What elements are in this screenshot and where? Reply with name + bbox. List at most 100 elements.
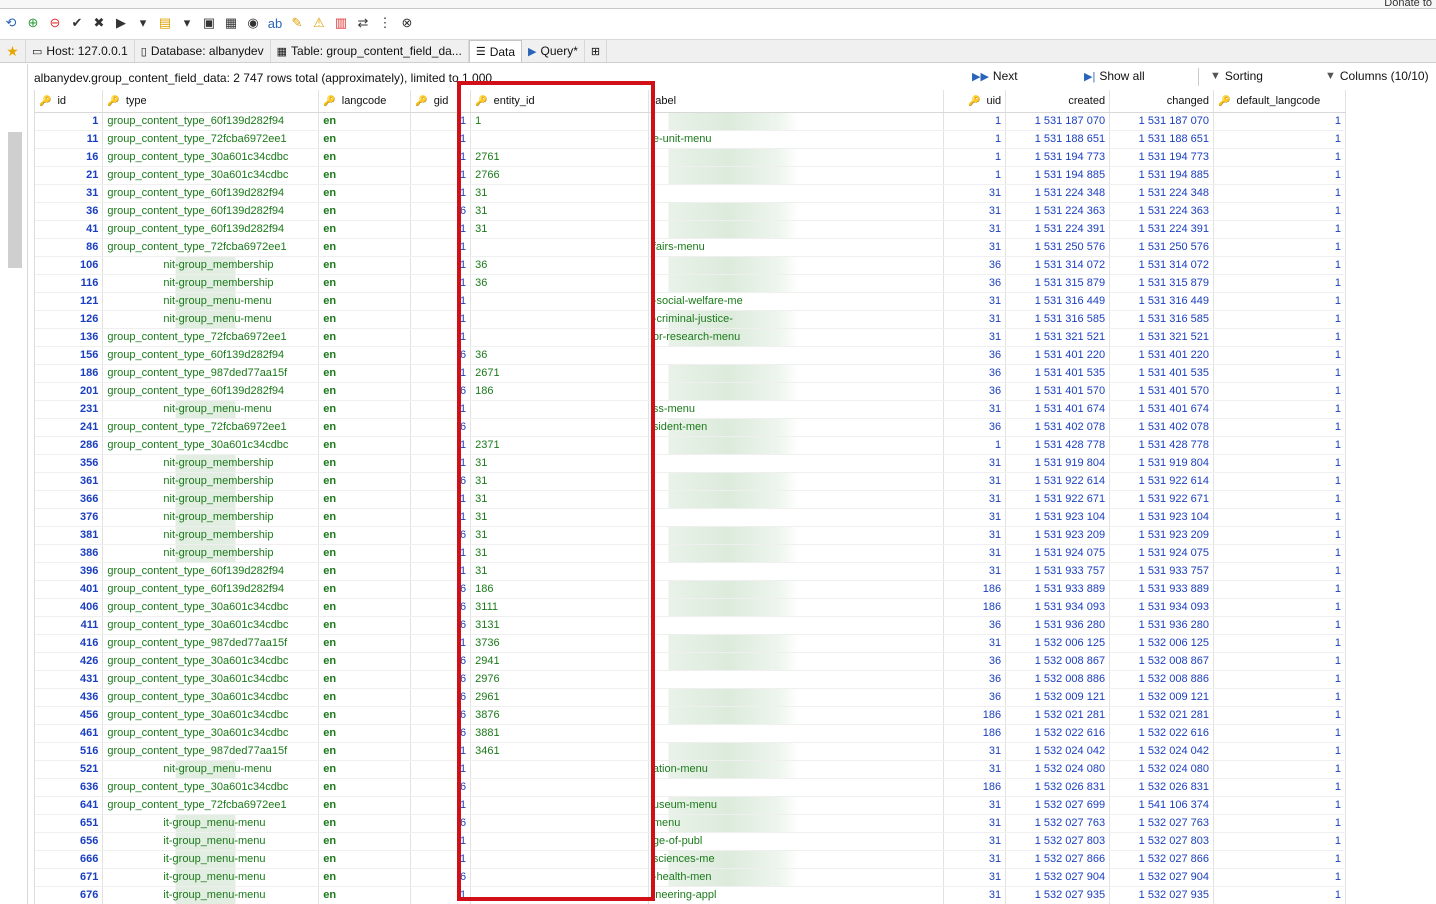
cell-langcode[interactable]: en: [318, 346, 412, 365]
cell-entity-id[interactable]: [470, 814, 649, 833]
cell-label[interactable]: [648, 490, 945, 509]
cell-uid[interactable]: 31: [943, 868, 1007, 887]
cell-id[interactable]: 666: [35, 850, 104, 869]
cell-entity-id[interactable]: [470, 796, 649, 815]
cell-created[interactable]: 1 531 187 070: [1005, 112, 1111, 131]
cell-default-langcode[interactable]: 1: [1213, 382, 1346, 401]
cell-entity-id[interactable]: [470, 400, 649, 419]
cell-type[interactable]: group_content_type_30a601c34cdbc: [102, 688, 320, 707]
cell-default-langcode[interactable]: 1: [1213, 220, 1346, 239]
dropdown-icon[interactable]: ▾: [132, 13, 154, 33]
cell-changed[interactable]: 1 532 006 125: [1109, 634, 1214, 653]
cell-gid[interactable]: 1: [410, 400, 472, 419]
cell-changed[interactable]: 1 531 250 576: [1109, 238, 1214, 257]
cell-entity-id[interactable]: 36: [470, 256, 649, 275]
cell-type[interactable]: nit-group_membership: [102, 454, 320, 473]
cell-uid[interactable]: 186: [943, 778, 1007, 797]
cell-id[interactable]: 671: [35, 868, 104, 887]
cell-gid[interactable]: 6: [410, 346, 472, 365]
cell-type[interactable]: group_content_type_60f139d282f94: [102, 220, 320, 239]
cell-entity-id[interactable]: 2671: [470, 364, 649, 383]
cell-id[interactable]: 356: [35, 454, 104, 473]
cell-default-langcode[interactable]: 1: [1213, 832, 1346, 851]
cell-uid[interactable]: 36: [943, 418, 1007, 437]
cell-langcode[interactable]: en: [318, 544, 412, 563]
table-row[interactable]: 636 group_content_type_30a601c34cdbc en 6 18…: [35, 778, 1346, 797]
cell-default-langcode[interactable]: 1: [1213, 166, 1346, 185]
cell-type[interactable]: group_content_type_30a601c34cdbc: [102, 778, 320, 797]
cell-changed[interactable]: 1 531 923 209: [1109, 526, 1214, 545]
cell-changed[interactable]: 1 531 401 220: [1109, 346, 1214, 365]
cell-uid[interactable]: 31: [943, 454, 1007, 473]
table-row[interactable]: 16 group_content_type_30a601c34cdbc en 1 276…: [35, 148, 1346, 167]
cell-type[interactable]: nit-group_menu-menu: [102, 310, 320, 329]
favorites-star-icon[interactable]: ★: [0, 40, 26, 62]
cell-type[interactable]: group_content_type_30a601c34cdbc: [102, 724, 320, 743]
cell-langcode[interactable]: en: [318, 202, 412, 221]
cell-gid[interactable]: 1: [410, 796, 472, 815]
cell-changed[interactable]: 1 531 224 391: [1109, 220, 1214, 239]
cell-label[interactable]: [648, 346, 945, 365]
cell-type[interactable]: group_content_type_30a601c34cdbc: [102, 436, 320, 455]
cell-changed[interactable]: 1 531 187 070: [1109, 112, 1214, 131]
cell-default-langcode[interactable]: 1: [1213, 508, 1346, 527]
column-header-langcode[interactable]: 🔑 langcode: [318, 90, 412, 113]
cell-default-langcode[interactable]: 1: [1213, 292, 1346, 311]
cell-changed[interactable]: 1 532 027 866: [1109, 850, 1214, 869]
cell-default-langcode[interactable]: 1: [1213, 796, 1346, 815]
cell-default-langcode[interactable]: 1: [1213, 616, 1346, 635]
cell-default-langcode[interactable]: 1: [1213, 814, 1346, 833]
cell-gid[interactable]: 1: [410, 508, 472, 527]
cell-entity-id[interactable]: 3131: [470, 616, 649, 635]
cell-id[interactable]: 676: [35, 886, 104, 904]
donate-link[interactable]: Donate to: [1384, 0, 1432, 9]
cell-type[interactable]: group_content_type_72fcba6972ee1: [102, 130, 320, 149]
cell-id[interactable]: 86: [35, 238, 104, 257]
table-row[interactable]: 201 group_content_type_60f139d282f94 en 6 18…: [35, 382, 1346, 401]
cell-default-langcode[interactable]: 1: [1213, 886, 1346, 904]
cell-created[interactable]: 1 531 321 521: [1005, 328, 1111, 347]
cell-entity-id[interactable]: 2941: [470, 652, 649, 671]
cell-label[interactable]: [648, 112, 945, 131]
tab-table[interactable]: ▦ Table: group_content_field_da...: [271, 40, 469, 62]
cell-default-langcode[interactable]: 1: [1213, 544, 1346, 563]
cell-entity-id[interactable]: 186: [470, 580, 649, 599]
cell-id[interactable]: 31: [35, 184, 104, 203]
cell-uid[interactable]: 31: [943, 832, 1007, 851]
cell-gid[interactable]: 1: [410, 184, 472, 203]
cell-created[interactable]: 1 532 022 616: [1005, 724, 1111, 743]
cell-label[interactable]: useum-menu: [648, 796, 945, 815]
cell-default-langcode[interactable]: 1: [1213, 526, 1346, 545]
cell-created[interactable]: 1 531 936 280: [1005, 616, 1111, 635]
cell-created[interactable]: 1 532 024 042: [1005, 742, 1111, 761]
table-row[interactable]: 521 nit-group_menu-menu en 1 ation-menu 31 1 5…: [35, 760, 1346, 779]
cell-created[interactable]: 1 531 922 614: [1005, 472, 1111, 491]
cell-id[interactable]: 41: [35, 220, 104, 239]
cell-id[interactable]: 406: [35, 598, 104, 617]
cell-created[interactable]: 1 532 008 867: [1005, 652, 1111, 671]
cell-changed[interactable]: 1 532 027 935: [1109, 886, 1214, 904]
find-replace-icon[interactable]: ab: [264, 13, 286, 33]
cell-label[interactable]: sident-men: [648, 418, 945, 437]
cell-changed[interactable]: 1 532 022 616: [1109, 724, 1214, 743]
cell-uid[interactable]: 31: [943, 526, 1007, 545]
cell-id[interactable]: 456: [35, 706, 104, 725]
cell-created[interactable]: 1 531 919 804: [1005, 454, 1111, 473]
cell-type[interactable]: group_content_type_60f139d282f94: [102, 184, 320, 203]
cell-gid[interactable]: 1: [410, 328, 472, 347]
cell-id[interactable]: 641: [35, 796, 104, 815]
cell-langcode[interactable]: en: [318, 796, 412, 815]
cell-id[interactable]: 186: [35, 364, 104, 383]
cell-label[interactable]: [648, 472, 945, 491]
cell-created[interactable]: 1 531 188 651: [1005, 130, 1111, 149]
show-all-button[interactable]: ▶| Show all: [1084, 69, 1145, 83]
cell-type[interactable]: group_content_type_30a601c34cdbc: [102, 616, 320, 635]
cell-gid[interactable]: 6: [410, 706, 472, 725]
cell-created[interactable]: 1 532 008 886: [1005, 670, 1111, 689]
cell-default-langcode[interactable]: 1: [1213, 472, 1346, 491]
cell-created[interactable]: 1 531 401 220: [1005, 346, 1111, 365]
cell-changed[interactable]: 1 531 922 614: [1109, 472, 1214, 491]
cell-default-langcode[interactable]: 1: [1213, 238, 1346, 257]
table-row[interactable]: 416 group_content_type_987ded77aa15f en 1 37…: [35, 634, 1346, 653]
cell-gid[interactable]: 6: [410, 778, 472, 797]
